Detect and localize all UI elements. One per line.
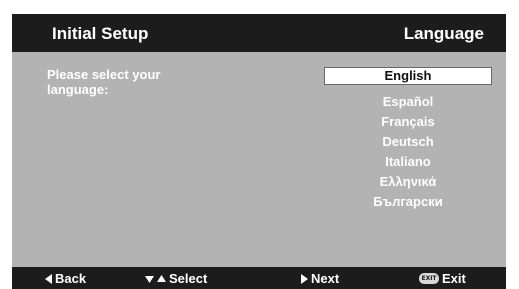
language-option-english[interactable]: English xyxy=(324,67,492,85)
exit-key-icon: EXIT xyxy=(419,273,439,284)
language-option-bulgarian[interactable]: Български xyxy=(324,193,492,213)
next-label: Next xyxy=(311,271,340,286)
header-bar: Initial Setup Language xyxy=(12,14,506,52)
triangle-down-icon xyxy=(145,275,154,283)
prompt-line-1: Please select your xyxy=(47,67,161,82)
select-label: Select xyxy=(169,271,208,286)
initial-setup-menu: Initial Setup Language Please select you… xyxy=(12,14,506,289)
triangle-right-icon xyxy=(301,273,308,284)
back-button[interactable]: Back xyxy=(45,271,86,286)
menu-title: Initial Setup xyxy=(52,24,149,43)
language-option-francais[interactable]: Français xyxy=(324,113,492,133)
prompt-line-2: language: xyxy=(47,82,109,97)
language-prompt: Please select your language: xyxy=(47,67,247,97)
section-title: Language xyxy=(403,24,484,43)
language-option-espanol[interactable]: Español xyxy=(324,93,492,113)
triangle-up-icon xyxy=(157,274,166,283)
exit-button[interactable]: EXIT Exit xyxy=(419,271,466,286)
select-button[interactable]: Select xyxy=(145,271,207,286)
language-option-deutsch[interactable]: Deutsch xyxy=(324,133,492,153)
next-button[interactable]: Next xyxy=(301,271,339,286)
language-list: English Español Français Deutsch Italian… xyxy=(324,67,492,213)
language-option-italiano[interactable]: Italiano xyxy=(324,153,492,173)
triangle-left-icon xyxy=(45,273,52,284)
back-label: Back xyxy=(55,271,87,286)
exit-label: Exit xyxy=(442,271,466,286)
language-option-greek[interactable]: Ελληνικά xyxy=(324,173,492,193)
footer-bar: Back Select Next EXIT Exit xyxy=(12,267,506,289)
